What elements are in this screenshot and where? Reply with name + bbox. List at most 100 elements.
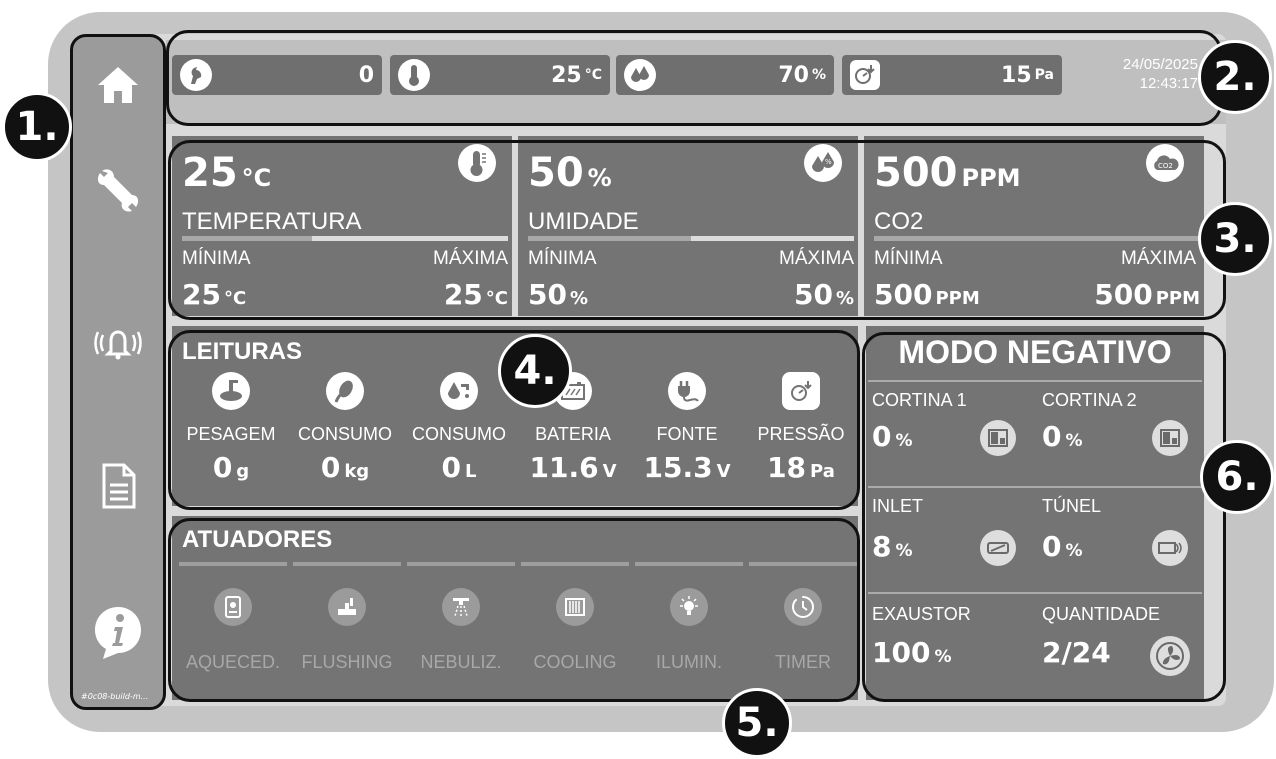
reading-number: 0 [212, 451, 233, 484]
inlet-label: INLET [872, 496, 924, 516]
chip-birds-value: 0 [358, 62, 374, 88]
exaustor-unit: % [934, 647, 952, 667]
cortina2-unit: % [1065, 431, 1083, 451]
reading-number: 18 [767, 451, 807, 484]
callout-4: 4. [498, 334, 572, 408]
divider [868, 486, 1202, 488]
tunnel-icon[interactable] [1152, 530, 1188, 566]
sensor-panel-temperature[interactable]: 25 °C TEMPERATURA MÍNIMA MÁXIMA 25 °C 25 °C [172, 136, 512, 316]
chip-birds: 0 [172, 55, 382, 95]
info-icon[interactable] [73, 605, 163, 661]
pressure-gauge-icon [782, 372, 820, 410]
thermometer-icon [398, 59, 430, 91]
actuator-timer[interactable]: TIMER [746, 562, 860, 673]
curtain-icon[interactable] [980, 420, 1016, 456]
reading-consumo-racao[interactable]: CONSUMO 0 kg [288, 372, 402, 484]
max-label: MÁXIMA [1121, 248, 1196, 269]
max-value-unit: PPM [1155, 288, 1200, 309]
reading-label: PRESSÃO [757, 424, 845, 444]
humidity-drops-icon [624, 59, 656, 91]
wrench-icon[interactable] [73, 165, 163, 213]
chip-temperature-value: 25 [551, 62, 582, 88]
reading-value: 15.3 V [630, 451, 744, 484]
actuator-nebulizador[interactable]: NEBULIZ. [404, 562, 518, 673]
divider [868, 380, 1202, 382]
min-value: 500 PPM [874, 278, 980, 311]
max-label: MÁXIMA [433, 248, 508, 269]
reading-number: 0 [441, 451, 461, 484]
divider [868, 592, 1202, 594]
actuator-status-line [407, 562, 515, 566]
sensor-value-number: 50 [528, 150, 584, 196]
date-text: 24/05/2025 [1122, 56, 1198, 73]
actuator-status-line [521, 562, 629, 566]
min-label: MÍNIMA [182, 248, 251, 269]
timer-icon [784, 588, 822, 626]
actuator-iluminacao[interactable]: ILUMIN. [632, 562, 746, 673]
actuator-label: FLUSHING [301, 652, 393, 672]
readings-title: LEITURAS [182, 338, 302, 365]
exaustor-value: 100% [872, 636, 952, 669]
sensor-bar [528, 236, 854, 241]
reading-number: 11.6 [529, 451, 599, 484]
tunel-unit: % [1065, 541, 1083, 561]
home-icon[interactable] [73, 65, 163, 105]
actuator-label: TIMER [775, 652, 831, 672]
actuator-label: COOLING [533, 652, 617, 672]
co2-cloud-icon: CO2 [1146, 144, 1184, 182]
max-label: MÁXIMA [779, 248, 854, 269]
actuators-title: ATUADORES [182, 526, 333, 553]
chip-temperature-unit: °C [584, 67, 602, 83]
max-value: 25 °C [444, 278, 508, 311]
sensor-name: UMIDADE [528, 208, 639, 235]
min-value-number: 500 [874, 278, 933, 311]
actuator-cooling[interactable]: COOLING [518, 562, 632, 673]
actuator-flushing[interactable]: FLUSHING [290, 562, 404, 673]
sensor-name: TEMPERATURA [182, 208, 362, 235]
reading-consumo-agua[interactable]: CONSUMO 0L [402, 372, 516, 484]
nebulizer-icon [442, 588, 480, 626]
reading-label: BATERIA [535, 424, 611, 444]
actuator-status-line [635, 562, 743, 566]
chip-pressure: 15 Pa [842, 55, 1062, 95]
reading-pesagem[interactable]: PESAGEM 0g [174, 372, 288, 484]
curtain-icon[interactable] [1152, 420, 1188, 456]
sensor-value-unit: °C [241, 164, 272, 192]
exaustor-number: 100 [872, 636, 931, 669]
sensor-bar-fill [528, 236, 691, 241]
reading-unit: V [602, 461, 617, 482]
reading-unit: L [465, 461, 477, 482]
reading-number: 0 [320, 451, 341, 484]
bird-icon [180, 59, 212, 91]
inlet-value: 8% [872, 530, 913, 563]
reading-pressao[interactable]: PRESSÃO 18 Pa [744, 372, 858, 484]
min-value: 25 °C [182, 278, 246, 311]
max-value: 500 PPM [1094, 278, 1200, 311]
alarm-bell-icon[interactable] [73, 325, 163, 361]
reading-value: 0 kg [288, 451, 402, 484]
chip-temperature: 25 °C [390, 55, 610, 95]
reading-value: 0L [402, 451, 516, 484]
actuator-status-line [749, 562, 857, 566]
actuator-aquecedor[interactable]: AQUECED. [176, 562, 290, 673]
sensor-value: 50% [528, 150, 612, 196]
sensor-panel-co2[interactable]: 500 PPM CO2 CO2 MÍNIMA MÁXIMA 500 PPM 500 P… [864, 136, 1204, 316]
document-icon[interactable] [73, 463, 163, 509]
exaustor-label: EXAUSTOR [872, 604, 971, 624]
svg-text:%: % [825, 158, 832, 166]
actuator-status-line [293, 562, 401, 566]
max-value-number: 50 [793, 278, 833, 311]
negative-mode-title: MODO NEGATIVO [898, 334, 1172, 370]
tunel-value: 0% [1042, 530, 1083, 563]
sensor-panel-humidity[interactable]: 50% % UMIDADE MÍNIMA MÁXIMA 50% 50% [518, 136, 858, 316]
inlet-icon[interactable] [980, 530, 1016, 566]
reading-fonte[interactable]: FONTE 15.3 V [630, 372, 744, 484]
actuator-label: NEBULIZ. [420, 652, 502, 672]
cortina2-label: CORTINA 2 [1042, 390, 1137, 410]
max-value: 50% [794, 278, 854, 311]
min-value-unit: % [569, 288, 589, 309]
build-label: #0c08-build-m... [81, 692, 149, 701]
reading-unit: Pa [810, 461, 835, 482]
fan-icon[interactable] [1150, 636, 1190, 676]
actuator-label: ILUMIN. [655, 652, 722, 672]
